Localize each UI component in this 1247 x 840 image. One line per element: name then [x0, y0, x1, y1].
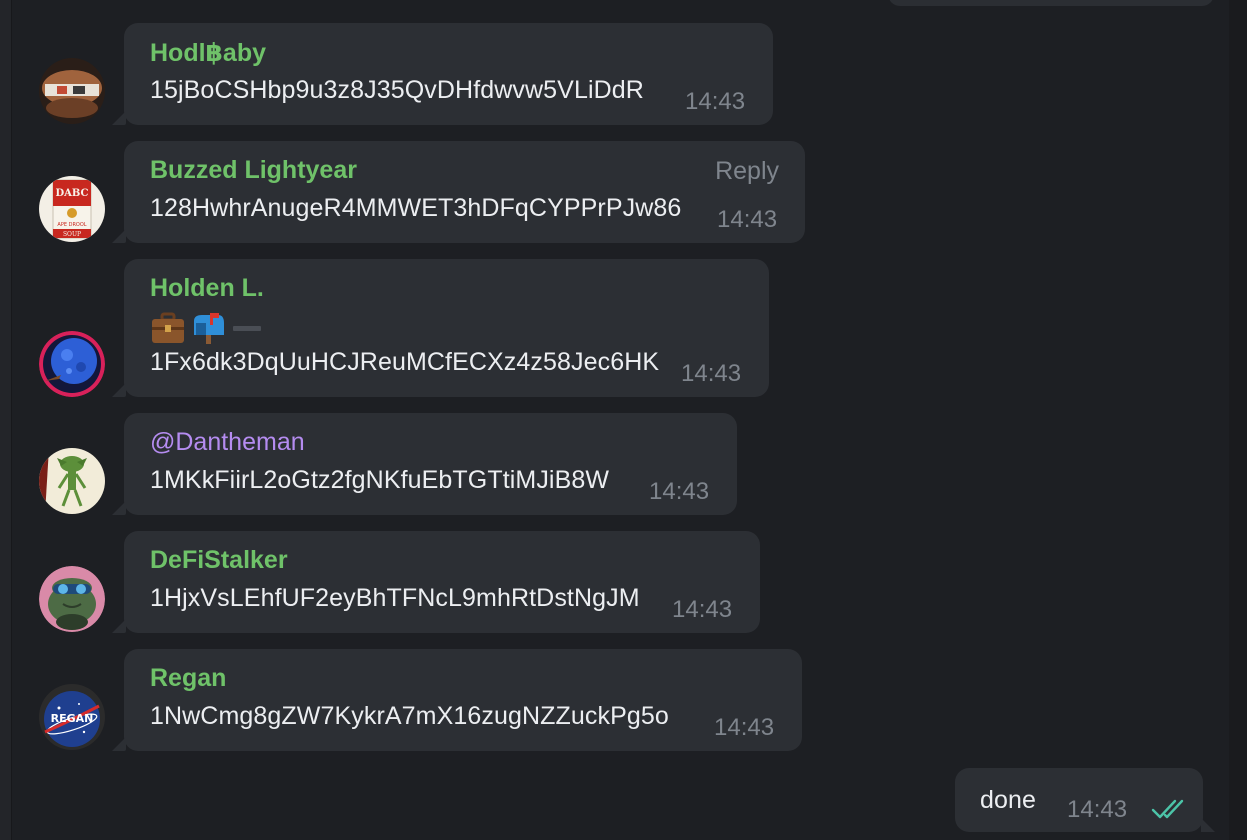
briefcase-icon	[152, 312, 184, 343]
soup-can-word: SOUP	[63, 231, 81, 238]
avatar-defistalker[interactable]	[39, 566, 105, 632]
message-time: 14:43	[717, 206, 778, 233]
message-bubble[interactable]: Buzzed Lightyear Reply 128HwhrAnugeR4MMW…	[124, 141, 805, 243]
message-sender[interactable]: Hodl฿aby	[150, 38, 266, 68]
message-time: 14:43	[685, 88, 746, 115]
message-sender[interactable]: Holden L.	[150, 274, 264, 303]
message-sender[interactable]: Regan	[150, 664, 226, 693]
message-sender[interactable]: DeFiStalker	[150, 546, 288, 575]
message-sender[interactable]: @Dantheman	[150, 428, 305, 457]
message-text: 1Fx6dk3DqUuHCJReuMCfECXz4z58Jec6HK	[150, 348, 660, 376]
avatar-hodlbaby[interactable]	[39, 58, 105, 124]
message-sender[interactable]: Buzzed Lightyear	[150, 156, 357, 185]
message-text: 1NwCmg8gZW7KykrA7mX16zugNZZuckPg5o	[150, 702, 669, 730]
chat-window: Hodl฿aby 15jBoCSHbp9u3z8J35QvDHfdwvw5VLi…	[0, 0, 1247, 840]
message-bubble[interactable]: @Dantheman 1MKkFiirL2oGtz2fgNKfuEbTGTtiM…	[124, 413, 737, 515]
message-text: 1HjxVsLEhfUF2eyBhTFNcL9mhRtDstNgJM	[150, 584, 640, 612]
frog-avatar-icon	[39, 566, 105, 632]
nasa-avatar-icon: REGAN	[39, 684, 105, 750]
own-message-bubble[interactable]: done 14:43	[955, 768, 1203, 832]
message-bubble[interactable]: Holden L. 1Fx6dk3DqUuHCJReuMCfECXz4z58Je…	[124, 259, 769, 397]
mailbox-icon	[194, 313, 224, 344]
reply-button[interactable]: Reply	[715, 157, 779, 186]
previous-message-bubble[interactable]	[888, 0, 1214, 6]
message-time: 14:43	[681, 360, 742, 387]
hand-avatar-icon	[39, 58, 105, 124]
own-message-time: 14:43	[1067, 796, 1128, 823]
message-time: 14:43	[672, 596, 733, 623]
nasa-logo-text: REGAN	[51, 712, 94, 725]
message-bubble[interactable]: DeFiStalker 1HjxVsLEhfUF2eyBhTFNcL9mhRtD…	[124, 531, 760, 633]
double-check-icon	[1151, 799, 1184, 819]
soup-can-brand: DABC	[55, 188, 88, 199]
message-time: 14:43	[714, 714, 775, 741]
avatar-buzzed-lightyear[interactable]: DABC APE DROOL SOUP	[39, 176, 105, 242]
avatar-dantheman[interactable]	[39, 448, 105, 514]
left-panel-edge	[0, 0, 12, 840]
message-text: 15jBoCSHbp9u3z8J35QvDHfdwvw5VLiDdR	[150, 76, 644, 104]
message-text: 128HwhrAnugeR4MMWET3hDFqCYPPrPJw86	[150, 194, 682, 222]
avatar-holden[interactable]	[39, 331, 105, 397]
soup-can-avatar-icon: DABC APE DROOL SOUP	[39, 176, 105, 242]
gremlin-avatar-icon	[39, 448, 105, 514]
dash-icon	[233, 326, 261, 331]
message-text: 1MKkFiirL2oGtz2fgNKfuEbTGTtiMJiB8W	[150, 466, 610, 494]
message-time: 14:43	[649, 478, 710, 505]
own-message-text: done	[980, 786, 1037, 814]
soup-can-flavor: APE DROOL	[57, 222, 86, 228]
message-bubble[interactable]: Hodl฿aby 15jBoCSHbp9u3z8J35QvDHfdwvw5VLi…	[124, 23, 773, 125]
message-bubble[interactable]: Regan 1NwCmg8gZW7KykrA7mX16zugNZZuckPg5o…	[124, 649, 802, 751]
scrollbar-track[interactable]	[1229, 0, 1247, 840]
avatar-regan[interactable]: REGAN	[39, 684, 105, 750]
emoji-row	[150, 311, 264, 345]
moon-avatar-icon	[39, 331, 105, 397]
